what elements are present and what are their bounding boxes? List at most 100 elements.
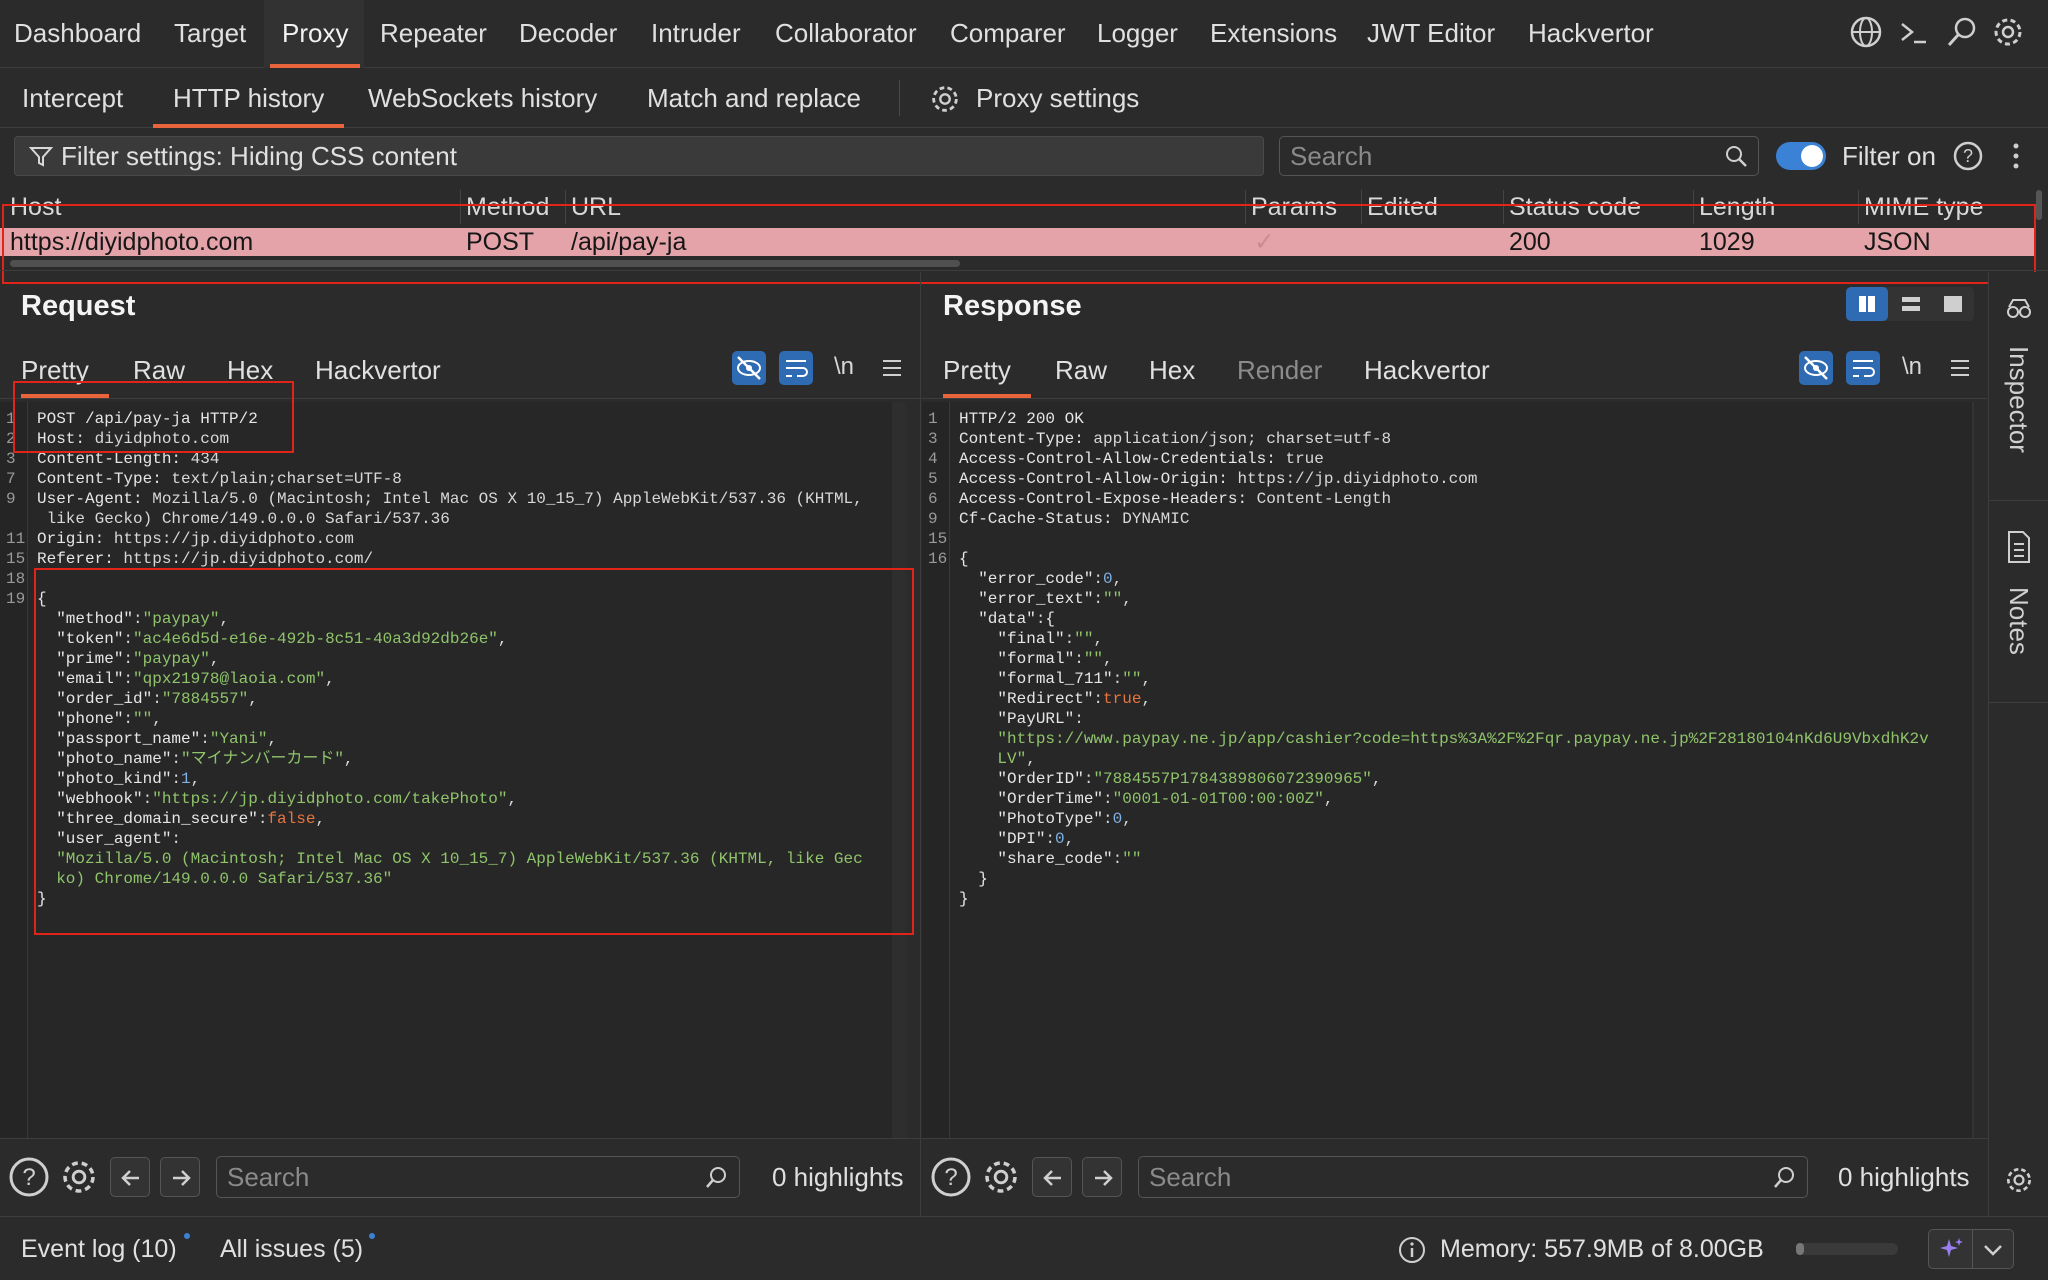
settings-gear-icon[interactable] xyxy=(980,1156,1022,1198)
event-log-button[interactable]: Event log (10) xyxy=(21,1217,177,1280)
all-issues-button[interactable]: All issues (5) xyxy=(220,1217,363,1280)
eye-slash-icon xyxy=(1804,356,1828,380)
json-value: "0001-01-01T00:00:00Z" xyxy=(1112,790,1324,808)
json-key: "DPI" xyxy=(997,830,1046,848)
nav-intruder[interactable]: Intruder xyxy=(651,0,741,68)
response-header-line: Access-Control-Allow-Origin: https://jp.… xyxy=(959,469,1477,489)
nav-jwt-editor[interactable]: JWT Editor xyxy=(1367,0,1495,68)
request-search-input[interactable]: Search xyxy=(216,1156,740,1198)
tab-http-history[interactable]: HTTP history xyxy=(152,68,345,128)
json-value: { xyxy=(1045,610,1056,628)
word-wrap-button[interactable] xyxy=(779,351,813,385)
json-key: "share_code" xyxy=(997,850,1113,868)
previous-match-button[interactable] xyxy=(110,1157,150,1197)
response-tab-raw[interactable]: Raw xyxy=(1055,355,1107,386)
history-search-input[interactable]: Search xyxy=(1279,136,1759,176)
rows-icon[interactable] xyxy=(1890,287,1932,321)
nav-decoder[interactable]: Decoder xyxy=(519,0,617,68)
inspector-tab[interactable]: Inspector xyxy=(2003,346,2034,453)
nav-proxy[interactable]: Proxy xyxy=(269,0,362,68)
more-options-icon[interactable] xyxy=(2006,140,2026,172)
gear-icon[interactable] xyxy=(2003,1164,2035,1196)
request-tab-hackvertor[interactable]: Hackvertor xyxy=(315,355,441,386)
ai-assistant-button[interactable] xyxy=(1928,1229,2014,1269)
notes-tab[interactable]: Notes xyxy=(2003,587,2034,655)
nav-hackvertor[interactable]: Hackvertor xyxy=(1528,0,1654,68)
response-search-input[interactable]: Search xyxy=(1138,1156,1808,1198)
layout-side-by-side-button[interactable] xyxy=(1846,287,1888,321)
menu-icon[interactable] xyxy=(880,356,904,380)
response-tab-pretty[interactable]: Pretty xyxy=(943,355,1031,398)
hide-nonprintable-button[interactable] xyxy=(1799,351,1833,385)
json-close: } xyxy=(959,869,988,889)
globe-icon[interactable] xyxy=(1848,14,1884,50)
newline-toggle[interactable]: \n xyxy=(834,353,854,381)
json-value: "7884557P1784389806072390965" xyxy=(1093,770,1372,788)
header-name: Cf-Cache-Status: xyxy=(959,510,1113,528)
header-name: Access-Control-Expose-Headers: xyxy=(959,490,1248,508)
nav-target[interactable]: Target xyxy=(174,0,246,68)
header-value: https://jp.diyidphoto.com xyxy=(104,530,354,548)
notes-icon[interactable] xyxy=(2005,530,2033,564)
help-icon[interactable]: ? xyxy=(8,1156,50,1198)
settings-gear-icon[interactable] xyxy=(58,1156,100,1198)
previous-match-button[interactable] xyxy=(1032,1157,1072,1197)
response-tab-render[interactable]: Render xyxy=(1237,355,1322,386)
inspector-sidebar: Inspector Notes xyxy=(1988,272,2048,1216)
svg-text:?: ? xyxy=(1963,146,1973,166)
proxy-settings-button[interactable]: Proxy settings xyxy=(976,68,1139,128)
settings-gear-icon[interactable] xyxy=(928,82,962,116)
editor-scrollbar[interactable] xyxy=(1972,402,1974,1138)
tab-websockets-history[interactable]: WebSockets history xyxy=(368,68,597,128)
header-name: Content-Type: xyxy=(37,470,162,488)
search-icon[interactable] xyxy=(1944,14,1980,50)
line-number: 3 xyxy=(928,430,938,448)
svg-text:?: ? xyxy=(22,1164,35,1191)
tab-match-and-replace[interactable]: Match and replace xyxy=(647,68,861,128)
arrow-left-icon xyxy=(121,1170,139,1186)
request-header-line: Content-Type: text/plain;charset=UTF-8 xyxy=(37,469,402,489)
vertical-scrollbar[interactable] xyxy=(2036,190,2042,220)
nav-comparer[interactable]: Comparer xyxy=(950,0,1066,68)
eye-slash-icon xyxy=(737,356,761,380)
response-header-line: Access-Control-Expose-Headers: Content-L… xyxy=(959,489,1391,509)
newline-toggle[interactable]: \n xyxy=(1902,353,1922,381)
search-icon xyxy=(1774,1167,1794,1188)
word-wrap-button[interactable] xyxy=(1846,351,1880,385)
terminal-icon[interactable] xyxy=(1896,14,1932,50)
hide-nonprintable-button[interactable] xyxy=(732,351,766,385)
tab-intercept[interactable]: Intercept xyxy=(22,68,123,128)
response-highlights-count: 0 highlights xyxy=(1838,1162,1970,1192)
next-match-button[interactable] xyxy=(1082,1157,1122,1197)
response-tab-hackvertor[interactable]: Hackvertor xyxy=(1364,355,1490,386)
help-icon[interactable]: ? xyxy=(930,1156,972,1198)
filter-icon xyxy=(29,147,53,167)
single-panel-icon[interactable] xyxy=(1932,287,1974,321)
panel-divider[interactable] xyxy=(920,272,921,1216)
nav-repeater[interactable]: Repeater xyxy=(380,0,487,68)
response-tab-hex[interactable]: Hex xyxy=(1149,355,1195,386)
divider xyxy=(1972,1230,1973,1268)
inspector-icon[interactable] xyxy=(2003,294,2035,326)
menu-icon[interactable] xyxy=(1948,356,1972,380)
nav-extensions[interactable]: Extensions xyxy=(1210,0,1337,68)
brace: } xyxy=(959,890,969,908)
help-icon[interactable]: ? xyxy=(1952,140,1984,172)
json-key: "OrderTime" xyxy=(997,790,1104,808)
request-title: Request xyxy=(21,290,136,322)
line-number: 9 xyxy=(928,510,938,528)
nav-collaborator[interactable]: Collaborator xyxy=(775,0,917,68)
next-match-button[interactable] xyxy=(160,1157,200,1197)
header-value: https://jp.diyidphoto.com/ xyxy=(113,550,374,568)
nav-logger[interactable]: Logger xyxy=(1097,0,1178,68)
response-editor[interactable]: 1 HTTP/2 200 OK 3 Content-Type: application… xyxy=(922,402,1974,1138)
issues-badge xyxy=(369,1233,375,1239)
json-key: "data" xyxy=(978,610,1036,628)
header-value: like Gecko) Chrome/149.0.0.0 Safari/537.… xyxy=(37,510,450,528)
divider xyxy=(1989,500,2048,501)
filter-toggle[interactable] xyxy=(1776,142,1826,170)
svg-text:?: ? xyxy=(944,1164,957,1191)
filter-settings-bar[interactable]: Filter settings: Hiding CSS content xyxy=(14,136,1264,176)
nav-dashboard[interactable]: Dashboard xyxy=(14,0,141,68)
gear-icon[interactable] xyxy=(1990,14,2026,50)
